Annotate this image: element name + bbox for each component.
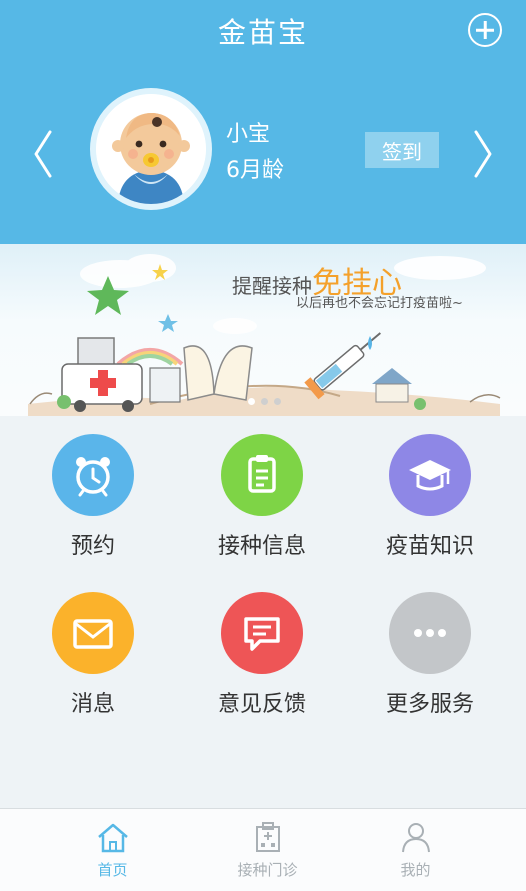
more-dots-icon — [389, 592, 471, 674]
baby-name: 小宝 — [226, 122, 271, 147]
carousel-dot[interactable] — [261, 398, 268, 405]
home-icon — [97, 823, 128, 853]
tab-label: 我的 — [400, 861, 431, 879]
avatar[interactable] — [90, 88, 212, 210]
clipboard-icon — [221, 434, 303, 516]
page-title: 金苗宝 — [217, 16, 308, 49]
feature-grid: 预约 接种信息 疫苗知识 消息 意见反馈 更多服务 — [0, 418, 526, 808]
baby-age: 6月龄 — [226, 158, 284, 183]
tab-home[interactable]: 首页 — [25, 809, 200, 891]
bottom-tab-bar: 首页 接种门诊 我的 — [0, 808, 526, 891]
baby-profile-card: 小宝 6月龄 签到 — [0, 62, 526, 244]
feature-label: 疫苗知识 — [385, 534, 474, 559]
feature-label: 意见反馈 — [217, 692, 306, 717]
feature-appointment[interactable]: 预约 — [8, 434, 178, 560]
feature-feedback[interactable]: 意见反馈 — [177, 592, 347, 718]
user-icon — [401, 823, 430, 853]
feature-more-services[interactable]: 更多服务 — [345, 592, 515, 718]
feature-label: 预约 — [70, 534, 115, 559]
feature-messages[interactable]: 消息 — [8, 592, 178, 718]
alarm-clock-icon — [52, 434, 134, 516]
feature-vaccination-info[interactable]: 接种信息 — [177, 434, 347, 560]
feature-label: 消息 — [70, 692, 115, 717]
clinic-icon — [255, 822, 280, 852]
tab-mine[interactable]: 我的 — [328, 809, 503, 891]
carousel-dot[interactable] — [274, 398, 281, 405]
baby-avatar-icon — [96, 94, 206, 204]
feature-label: 更多服务 — [385, 692, 474, 717]
banner-subtitle: 以后再也不会忘记打疫苗啦~ — [296, 296, 463, 311]
feature-vaccine-knowledge[interactable]: 疫苗知识 — [345, 434, 515, 560]
carousel-indicator[interactable] — [248, 398, 281, 405]
promo-banner[interactable]: 提醒接种免挂心 以后再也不会忘记打疫苗啦~ — [0, 244, 526, 416]
tab-label: 首页 — [97, 861, 128, 879]
chevron-right-icon[interactable] — [468, 124, 498, 184]
carousel-dot[interactable] — [248, 398, 255, 405]
feature-label: 接种信息 — [217, 534, 306, 559]
chevron-left-icon[interactable] — [28, 124, 58, 184]
graduation-cap-icon — [389, 434, 471, 516]
envelope-icon — [52, 592, 134, 674]
add-icon[interactable] — [468, 13, 502, 47]
checkin-button[interactable]: 签到 — [365, 132, 439, 168]
chat-bubble-icon — [221, 592, 303, 674]
app-header: 金苗宝 — [0, 0, 526, 63]
